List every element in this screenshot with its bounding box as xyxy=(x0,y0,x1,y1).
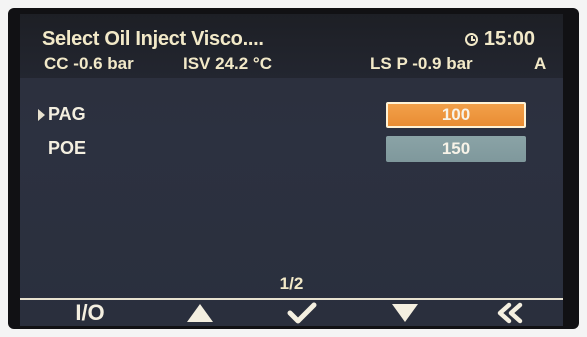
down-triangle-icon xyxy=(392,304,418,322)
down-button[interactable] xyxy=(375,300,435,326)
up-triangle-icon xyxy=(187,304,213,322)
option-value-selected[interactable]: 100 xyxy=(386,102,526,128)
option-row-poe[interactable]: POE 150 xyxy=(20,134,563,164)
io-button[interactable]: I/O xyxy=(60,300,120,326)
clock-icon xyxy=(464,33,478,46)
double-chevron-left-icon xyxy=(497,302,523,324)
option-label: PAG xyxy=(48,104,86,124)
screen-title: Select Oil Inject Visco.... xyxy=(42,28,264,50)
checkmark-icon xyxy=(287,302,317,324)
clock-time: 15:00 xyxy=(483,28,535,50)
device-bezel: Select Oil Inject Visco.... 15:00 CC -0.… xyxy=(8,8,579,329)
status-bar: Select Oil Inject Visco.... 15:00 CC -0.… xyxy=(20,14,563,78)
back-button[interactable] xyxy=(480,300,540,326)
softkey-bar: I/O xyxy=(20,300,563,326)
confirm-button[interactable] xyxy=(272,300,332,326)
option-label: POE xyxy=(48,138,87,158)
option-row-pag[interactable]: PAG 100 xyxy=(20,100,563,130)
sensor-readings: CC -0.6 bar ISV 24.2 °C LS P -0.9 bar A xyxy=(20,54,563,76)
reading-cc: CC -0.6 bar xyxy=(44,54,134,73)
up-button[interactable] xyxy=(170,300,230,326)
option-value[interactable]: 150 xyxy=(386,136,526,162)
display-screen: Select Oil Inject Visco.... 15:00 CC -0.… xyxy=(20,14,563,326)
reading-isv: ISV 24.2 °C xyxy=(183,54,273,73)
selection-pointer-icon xyxy=(38,109,45,121)
reading-mode: A xyxy=(534,54,547,73)
page-indicator: 1/2 xyxy=(279,274,304,293)
clock: 15:00 xyxy=(464,28,535,51)
reading-ls: LS P -0.9 bar xyxy=(370,54,473,73)
